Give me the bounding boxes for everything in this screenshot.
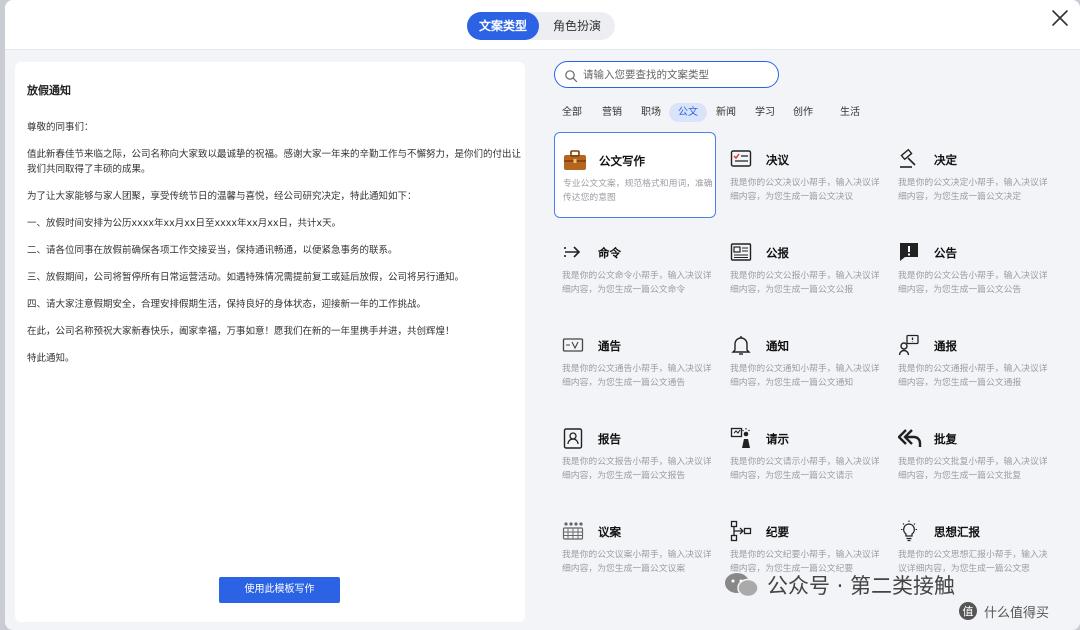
card-title: 通报 — [934, 339, 957, 353]
card-description: 我是你的公文决议小帮手，输入决议详细内容，为您生成一篇公文决议 — [730, 178, 880, 202]
card-title: 通告 — [598, 339, 621, 353]
mode-tab-switch: 文案类型 角色扮演 — [467, 12, 615, 40]
smzdm-watermark: 值 什么值得买 — [958, 598, 1049, 624]
category-study[interactable]: 学习 — [749, 103, 781, 122]
tab-copy-type[interactable]: 文案类型 — [467, 12, 539, 40]
card-description: 专业公文文案，规范格式和用词，准确传达您的意图 — [563, 179, 713, 203]
announcement-icon — [898, 241, 920, 263]
wechat-watermark: 公众号 · 第二类接触 — [723, 565, 955, 605]
preview-paragraph: 一、放假时间安排为公历xxxx年xx月xx日至xxxx年xx月xx日，共计x天。 — [27, 218, 342, 229]
card-request[interactable]: 请示 我是你的公文请示小帮手，输入决议详细内容，为您生成一篇公文请示 — [722, 411, 884, 497]
tab-role-play[interactable]: 角色扮演 — [541, 12, 613, 40]
search-icon — [564, 68, 578, 83]
bell-icon — [730, 334, 752, 356]
card-report-circular[interactable]: 通报 我是你的公文通报小帮手，输入决议详细内容，为您生成一篇公文通报 — [890, 318, 1052, 404]
card-title: 纪要 — [766, 525, 789, 539]
card-title: 思想汇报 — [934, 525, 980, 539]
preview-paragraph: 特此通知。 — [27, 353, 75, 364]
search-box — [554, 61, 779, 88]
modal-header: 文案类型 角色扮演 — [5, 0, 1080, 50]
card-description: 我是你的公文通知小帮手，输入决议详细内容，为您生成一篇公文通知 — [730, 364, 880, 388]
card-description: 我是你的公文公告小帮手，输入决议详细内容，为您生成一篇公文公告 — [898, 271, 1048, 295]
card-official-writing[interactable]: 公文写作 专业公文文案，规范格式和用词，准确传达您的意图 — [554, 132, 716, 218]
card-circular[interactable]: 通告 我是你的公文通告小帮手，输入决议详细内容，为您生成一篇公文通告 — [554, 318, 716, 404]
card-description: 我是你的公文批复小帮手，输入决议详细内容，为您生成一篇公文批复 — [898, 457, 1048, 481]
card-bulletin[interactable]: 公报 我是你的公文公报小帮手，输入决议详细内容，为您生成一篇公文公报 — [722, 225, 884, 311]
category-marketing[interactable]: 营销 — [596, 103, 628, 122]
card-description: 我是你的公文通告小帮手，输入决议详细内容，为您生成一篇公文通告 — [562, 364, 712, 388]
category-creation[interactable]: 创作 — [787, 103, 819, 122]
report-badge-icon — [562, 427, 584, 449]
reply-all-icon — [897, 427, 922, 449]
card-description: 我是你的公文请示小帮手，输入决议详细内容，为您生成一篇公文请示 — [730, 457, 880, 481]
notice-board-icon — [562, 334, 584, 356]
preview-paragraph: 二、请各位同事在放假前确保各项工作交接妥当，保持通讯畅通，以便紧急事务的联系。 — [27, 245, 398, 256]
meeting-icon — [562, 520, 584, 542]
card-resolution[interactable]: 决议 我是你的公文决议小帮手，输入决议详细内容，为您生成一篇公文决议 — [722, 132, 884, 218]
watermark-secondary-text: 什么值得买 — [984, 605, 1050, 621]
presentation-icon — [730, 427, 752, 449]
category-official[interactable]: 公文 — [669, 103, 707, 122]
template-modal: 文案类型 角色扮演 放假通知 尊敬的同事们： 值此新春佳节来临之际，公司名称向大… — [5, 0, 1080, 630]
preview-paragraph: 尊敬的同事们： — [27, 122, 94, 133]
category-life[interactable]: 生活 — [834, 103, 866, 122]
card-command[interactable]: 命令 我是你的公文命令小帮手，输入决议详细内容，为您生成一篇公文命令 — [554, 225, 716, 311]
card-reply[interactable]: 批复 我是你的公文批复小帮手，输入决议详细内容，为您生成一篇公文批复 — [890, 411, 1052, 497]
card-title: 报告 — [598, 432, 621, 446]
preview-body: 尊敬的同事们： 值此新春佳节来临之际，公司名称向大家致以最诚挚的祝福。感谢大家一… — [27, 120, 523, 378]
speaker-person-icon — [898, 334, 920, 356]
template-preview: 放假通知 尊敬的同事们： 值此新春佳节来临之际，公司名称向大家致以最诚挚的祝福。… — [15, 62, 525, 622]
preview-paragraph: 值此新春佳节来临之际，公司名称向大家致以最诚挚的祝福。感谢大家一年来的辛勤工作与… — [27, 149, 522, 175]
wechat-logo-icon — [723, 571, 761, 599]
card-description: 我是你的公文命令小帮手，输入决议详细内容，为您生成一篇公文命令 — [562, 271, 712, 295]
gavel-icon — [898, 148, 920, 170]
category-all[interactable]: 全部 — [556, 103, 588, 122]
card-description: 我是你的公文议案小帮手，输入决议详细内容，为您生成一篇公文议案 — [562, 550, 712, 574]
preview-paragraph: 为了让大家能够与家人团聚，享受传统节日的温馨与喜悦，经公司研究决定，特此通知如下… — [27, 191, 417, 202]
command-arrow-icon — [562, 241, 584, 263]
svg-text:值: 值 — [963, 605, 974, 618]
search-input[interactable] — [583, 66, 768, 84]
card-description: 我是你的公文报告小帮手，输入决议详细内容，为您生成一篇公文报告 — [562, 457, 712, 481]
card-announcement[interactable]: 公告 我是你的公文公告小帮手，输入决议详细内容，为您生成一篇公文公告 — [890, 225, 1052, 311]
resolution-board-icon — [730, 148, 752, 170]
flow-chart-icon — [730, 520, 752, 542]
template-grid: 公文写作 专业公文文案，规范格式和用词，准确传达您的意图 决议 我是你的公文决议… — [550, 131, 1060, 611]
preview-paragraph: 在此，公司名称预祝大家新春快乐，阖家幸福，万事如意！愿我们在新的一年里携手并进，… — [27, 326, 455, 337]
card-title: 决定 — [934, 153, 957, 167]
card-notice[interactable]: 通知 我是你的公文通知小帮手，输入决议详细内容，为您生成一篇公文通知 — [722, 318, 884, 404]
preview-title: 放假通知 — [27, 84, 71, 97]
category-workplace[interactable]: 职场 — [635, 103, 667, 122]
preview-paragraph: 三、放假期间，公司将暂停所有日常运营活动。如遇特殊情况需提前复工或延后放假，公司… — [27, 272, 465, 283]
card-title: 通知 — [766, 339, 789, 353]
card-title: 批复 — [934, 432, 957, 446]
close-icon[interactable] — [1048, 6, 1072, 30]
card-report[interactable]: 报告 我是你的公文报告小帮手，输入决议详细内容，为您生成一篇公文报告 — [554, 411, 716, 497]
lightbulb-icon — [898, 520, 920, 542]
card-title: 命令 — [598, 246, 621, 260]
card-title: 议案 — [598, 525, 621, 539]
briefcase-icon — [563, 149, 586, 171]
card-decision[interactable]: 决定 我是你的公文决定小帮手，输入决议详细内容，为您生成一篇公文决定 — [890, 132, 1052, 218]
watermark-text: 公众号 · 第二类接触 — [767, 574, 956, 598]
card-description: 我是你的公文通报小帮手，输入决议详细内容，为您生成一篇公文通报 — [898, 364, 1048, 388]
smzdm-logo-icon: 值 — [958, 601, 978, 621]
card-title: 公报 — [766, 246, 789, 260]
card-title: 公告 — [934, 246, 957, 260]
card-description: 我是你的公文公报小帮手，输入决议详细内容，为您生成一篇公文公报 — [730, 271, 880, 295]
card-title: 决议 — [766, 153, 789, 167]
card-title: 请示 — [766, 432, 789, 446]
preview-paragraph: 四、请大家注意假期安全，合理安排假期生活，保持良好的身体状态，迎接新一年的工作挑… — [27, 299, 427, 310]
newspaper-icon — [730, 241, 752, 263]
category-news[interactable]: 新闻 — [710, 103, 742, 122]
card-motion[interactable]: 议案 我是你的公文议案小帮手，输入决议详细内容，为您生成一篇公文议案 — [554, 504, 716, 590]
card-description: 我是你的公文决定小帮手，输入决议详细内容，为您生成一篇公文决定 — [898, 178, 1048, 202]
card-title: 公文写作 — [599, 154, 645, 168]
use-template-button[interactable]: 使用此模板写作 — [219, 577, 340, 603]
